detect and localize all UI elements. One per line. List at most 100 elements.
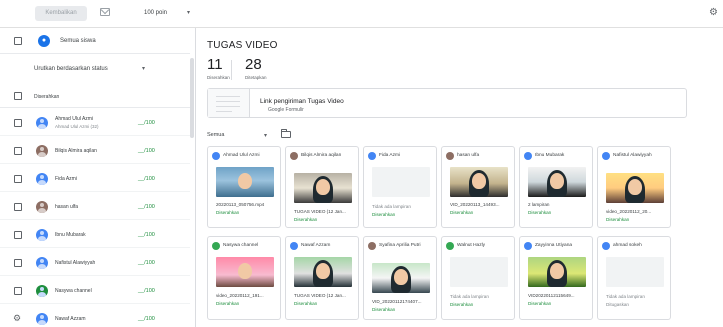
student-row[interactable]: ⚙ Nawaf Azzam __/100: [0, 306, 190, 327]
student-checkbox[interactable]: [14, 259, 22, 267]
attachment-type: Google Formulir: [268, 107, 304, 113]
video-thumbnail[interactable]: [294, 173, 352, 203]
attachment-filename: video_20220112_191...: [216, 293, 264, 298]
submission-card[interactable]: Syafina Aprilia Putri VID_20220112174407…: [363, 236, 437, 320]
no-attachment-text: Tidak ada lampiran: [450, 294, 489, 299]
video-thumbnail[interactable]: [606, 173, 664, 203]
section-checkbox[interactable]: [14, 92, 22, 100]
submission-card[interactable]: Ibnu Mubarak 2 lampiran Diserahkan: [519, 146, 593, 228]
all-students-checkbox[interactable]: [14, 37, 22, 45]
attachment-filename: TUGAS VIDEO (12 Jan...: [294, 293, 346, 298]
student-grade[interactable]: __/100: [138, 148, 155, 154]
video-thumbnail[interactable]: [528, 257, 586, 287]
sort-dropdown[interactable]: Urutkan berdasarkan status ▾: [0, 56, 190, 82]
no-attachment-text: Tidak ada lampiran: [372, 204, 411, 209]
avatar: [602, 242, 610, 250]
student-name: Nafistul Alawiyyah: [55, 260, 96, 266]
student-grade[interactable]: __/100: [138, 260, 155, 266]
video-thumbnail[interactable]: [294, 257, 352, 287]
submission-card[interactable]: Zayyinna Utiyana VID20220112115649... Di…: [519, 236, 593, 320]
video-thumbnail[interactable]: [216, 167, 274, 197]
student-grade[interactable]: __/100: [138, 232, 155, 238]
student-grade[interactable]: __/100: [138, 316, 155, 322]
attachment-filename: VID_20220113_14493...: [450, 202, 500, 207]
student-checkbox[interactable]: [14, 175, 22, 183]
student-grade[interactable]: __/100: [138, 204, 155, 210]
submission-status: Diserahkan: [294, 301, 318, 306]
page-title: TUGAS VIDEO: [207, 40, 278, 51]
avatar: [524, 242, 532, 250]
submission-card[interactable]: Bilqis Almira aqilan TUGAS VIDEO (12 Jan…: [285, 146, 359, 228]
submission-card[interactable]: Nasywa channel video_20220112_191... Dis…: [207, 236, 281, 320]
student-subtitle: Ahmad Ulul Azmi (32): [55, 124, 99, 129]
gear-icon[interactable]: ⚙: [13, 314, 21, 323]
student-checkbox[interactable]: [14, 203, 22, 211]
student-name: Bilqis Almira aqilan: [55, 148, 97, 154]
no-attachment-text: Tidak ada lampiran: [606, 294, 645, 299]
assignment-panel: TUGAS VIDEO 11 Diserahkan 28 Ditetapkan …: [197, 28, 723, 327]
student-grade[interactable]: __/100: [138, 120, 155, 126]
submission-card[interactable]: Fida Azmi Tidak ada lampiran Diserahkan: [363, 146, 437, 228]
empty-thumbnail: [372, 167, 430, 197]
avatar: [212, 242, 220, 250]
student-name: Ibnu Mubarak: [55, 232, 86, 238]
submission-card[interactable]: Ahmad Ulul Azmi 20220113_050756.mp4 Dise…: [207, 146, 281, 228]
stat-number: 11: [207, 56, 223, 73]
student-grade[interactable]: __/100: [138, 288, 155, 294]
submission-card[interactable]: Walnut Hazly Tidak ada lampiran Diserahk…: [441, 236, 515, 320]
student-name: Nasywa channel: [55, 288, 92, 294]
points-select[interactable]: 100 poin ▾: [144, 7, 190, 19]
submission-card[interactable]: ahmad sokeh Tidak ada lampiran Ditugaska…: [597, 236, 671, 320]
submission-status: Diserahkan: [450, 210, 474, 215]
all-students-row[interactable]: ● Semua siswa: [0, 28, 190, 54]
gear-icon[interactable]: ⚙: [709, 8, 719, 18]
video-thumbnail[interactable]: [528, 167, 586, 197]
return-button[interactable]: Kembalikan: [35, 6, 87, 21]
attachment-filename: 20220113_050756.mp4: [216, 202, 265, 207]
card-student-name: Zayyinna Utiyana: [535, 243, 573, 248]
submission-status: Diserahkan: [372, 212, 396, 217]
student-row[interactable]: Ibnu Mubarak __/100: [0, 222, 190, 248]
folder-icon[interactable]: [281, 129, 291, 138]
stat-label: Diserahkan: [207, 75, 230, 80]
scrollbar[interactable]: [190, 58, 194, 138]
student-checkbox[interactable]: [14, 147, 22, 155]
attachment-card[interactable]: Link pengiriman Tugas Video Google Formu…: [207, 88, 687, 118]
avatar: [446, 242, 454, 250]
filter-select[interactable]: Semua: [207, 132, 267, 138]
avatar: [36, 173, 48, 185]
student-row[interactable]: Nasywa channel __/100: [0, 278, 190, 304]
student-row[interactable]: Bilqis Almira aqilan __/100: [0, 138, 190, 164]
card-student-name: Nasywa channel: [223, 243, 259, 248]
student-checkbox[interactable]: [14, 231, 22, 239]
avatar: [290, 242, 298, 250]
student-grade[interactable]: __/100: [138, 176, 155, 182]
student-row[interactable]: hasan ulfa __/100: [0, 194, 190, 220]
submission-card[interactable]: hasan ulfa VID_20220113_14493... Diserah…: [441, 146, 515, 228]
submission-status: Diserahkan: [372, 307, 396, 312]
student-row[interactable]: Nafistul Alawiyyah __/100: [0, 250, 190, 276]
card-student-name: Syafina Aprilia Putri: [379, 243, 421, 248]
submission-card[interactable]: Nawaf Azzam TUGAS VIDEO (12 Jan... Diser…: [285, 236, 359, 320]
attachment-title: Link pengiriman Tugas Video: [260, 98, 344, 105]
video-thumbnail[interactable]: [450, 167, 508, 197]
chevron-down-icon[interactable]: ▾: [264, 132, 267, 139]
video-thumbnail[interactable]: [216, 257, 274, 287]
student-checkbox[interactable]: [14, 287, 22, 295]
student-name: Ahmad Ulul Azmi: [55, 116, 94, 122]
chevron-down-icon: ▾: [186, 10, 190, 16]
empty-thumbnail: [606, 257, 664, 287]
submission-status: Diserahkan: [528, 210, 552, 215]
avatar: [36, 257, 48, 269]
section-label: Diserahkan: [34, 94, 60, 100]
card-student-name: ahmad sokeh: [613, 243, 642, 248]
card-student-name: Walnut Hazly: [457, 243, 486, 248]
student-checkbox[interactable]: [14, 119, 22, 127]
submission-card[interactable]: Nafistul Alawiyyah video_20220112_20... …: [597, 146, 671, 228]
mail-icon[interactable]: [100, 8, 110, 16]
avatar: [368, 242, 376, 250]
student-row[interactable]: Fida Azmi __/100: [0, 166, 190, 192]
video-thumbnail[interactable]: [372, 263, 430, 293]
card-student-name: Bilqis Almira aqilan: [301, 153, 342, 158]
student-row[interactable]: Ahmad Ulul Azmi Ahmad Ulul Azmi (32) __/…: [0, 110, 190, 136]
